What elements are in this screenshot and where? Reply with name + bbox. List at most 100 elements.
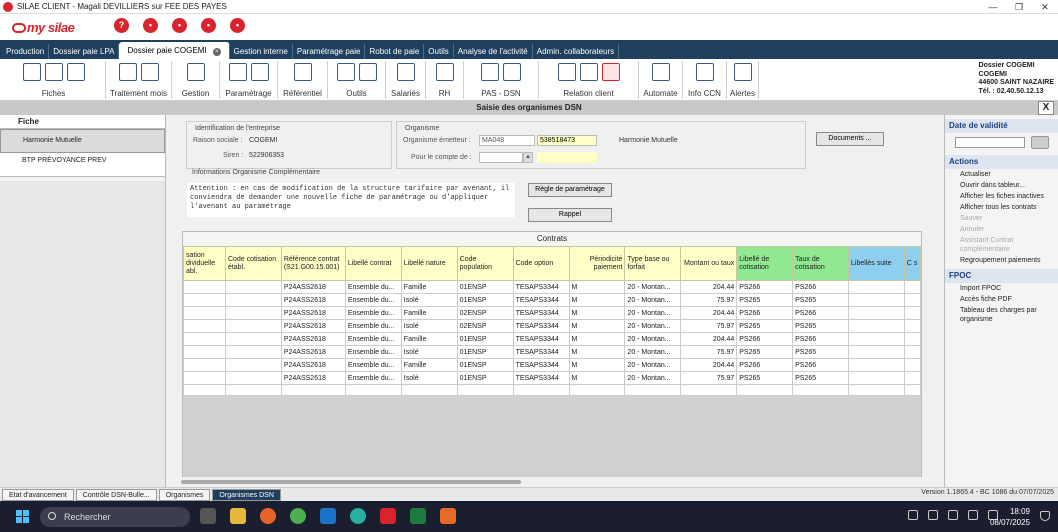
table-cell[interactable]: M — [568, 332, 626, 346]
module-tab[interactable]: Outils — [424, 44, 454, 59]
ribbon-icon[interactable] — [250, 63, 269, 81]
table-cell[interactable] — [224, 306, 282, 320]
table-row[interactable]: P24ASS2618 Ensemble du... Famille 02ENSP TES… — [183, 306, 922, 320]
ribbon-icon[interactable] — [66, 63, 85, 81]
ribbon-group[interactable]: RH — [426, 61, 464, 99]
ribbon-icon[interactable] — [186, 63, 205, 81]
table-cell[interactable]: PS266 — [736, 306, 794, 320]
table-cell[interactable]: P24ASS2618 — [280, 371, 346, 385]
column-header[interactable]: Référence contrat (S21.G00.15.001) — [280, 246, 346, 281]
table-cell[interactable] — [848, 345, 905, 359]
notification-icon[interactable] — [1040, 511, 1050, 521]
table-cell[interactable]: 204.44 — [680, 306, 738, 320]
wifi-icon[interactable] — [948, 510, 958, 520]
bottom-tab[interactable]: Organismes — [158, 488, 211, 501]
table-cell[interactable] — [848, 371, 905, 385]
table-cell[interactable]: 75.97 — [680, 345, 738, 359]
table-cell[interactable]: TESAPS3344 — [512, 306, 570, 320]
ribbon-group[interactable]: PAS - DSN — [464, 61, 539, 99]
ribbon-group[interactable]: Alertes — [727, 61, 759, 99]
ribbon-icon[interactable] — [293, 63, 312, 81]
ribbon-group[interactable]: Traitement mois — [106, 61, 172, 99]
table-cell[interactable]: M — [568, 345, 626, 359]
ribbon-group[interactable]: Salariés — [386, 61, 426, 99]
table-cell[interactable]: PS266 — [736, 358, 794, 372]
table-cell[interactable] — [903, 358, 922, 372]
fiche-item-harmonie[interactable]: Harmonie Mutuelle — [0, 129, 165, 153]
module-tab[interactable]: Production — [2, 44, 50, 59]
fpoc-item[interactable]: Import FPOC — [945, 284, 1058, 293]
table-cell[interactable] — [224, 293, 282, 307]
task-view-icon[interactable] — [200, 508, 216, 524]
table-cell[interactable]: 75.97 — [680, 371, 738, 385]
table-cell[interactable]: TESAPS3344 — [512, 332, 570, 346]
fpoc-item[interactable]: Accès fiche PDF — [945, 295, 1058, 304]
outlook-icon[interactable] — [320, 508, 336, 524]
ribbon-icon[interactable] — [601, 63, 620, 81]
table-cell[interactable]: TESAPS3344 — [512, 280, 570, 294]
table-cell[interactable] — [903, 332, 922, 346]
table-cell[interactable]: PS266 — [736, 280, 794, 294]
table-cell[interactable]: PS266 — [736, 332, 794, 346]
table-cell[interactable]: M — [568, 293, 626, 307]
column-header[interactable]: Code cotisation établ. — [224, 246, 282, 281]
app-icon[interactable] — [440, 508, 456, 524]
table-row[interactable]: P24ASS2618 Ensemble du... Famille 01ENSP TES… — [183, 332, 922, 346]
table-cell[interactable]: Ensemble du... — [344, 293, 402, 307]
table-cell[interactable]: PS265 — [792, 345, 850, 359]
table-cell[interactable]: TESAPS3344 — [512, 345, 570, 359]
ribbon-icon[interactable] — [651, 63, 670, 81]
action-item[interactable]: Afficher les fiches inactives — [945, 192, 1058, 201]
column-header[interactable]: Montant ou taux — [680, 246, 738, 281]
table-cell[interactable]: Ensemble du... — [344, 306, 402, 320]
table-row[interactable]: P24ASS2618 Ensemble du... Famille 01ENSP TES… — [183, 280, 922, 294]
organisme-number-field[interactable]: 538518473 — [537, 135, 597, 146]
table-cell[interactable] — [903, 293, 922, 307]
table-row[interactable]: P24ASS2618 Ensemble du... Isolé 01ENSP TESAP… — [183, 293, 922, 307]
table-cell[interactable]: Famille — [400, 280, 458, 294]
table-cell[interactable] — [848, 332, 905, 346]
ribbon-icon[interactable] — [118, 63, 137, 81]
table-cell[interactable]: TESAPS3344 — [512, 319, 570, 333]
table-cell[interactable]: M — [568, 319, 626, 333]
table-cell[interactable]: 02ENSP — [456, 319, 514, 333]
ribbon-icon[interactable] — [358, 63, 377, 81]
taskbar-search[interactable]: Rechercher — [40, 507, 190, 527]
taskbar-clock[interactable]: 18:09 08/07/2025 — [990, 506, 1030, 528]
chevron-up-icon[interactable] — [908, 510, 918, 520]
close-panel-button[interactable]: X — [1038, 101, 1054, 115]
column-header[interactable]: C s — [903, 246, 922, 281]
ribbon-icon[interactable] — [695, 63, 714, 81]
fpoc-item[interactable]: Tableau des charges par organisme — [945, 306, 1058, 324]
table-cell[interactable]: TESAPS3344 — [512, 358, 570, 372]
table-cell[interactable] — [183, 319, 226, 333]
module-tab[interactable]: Paramétrage paie — [293, 44, 366, 59]
column-header[interactable]: Code population — [456, 246, 514, 281]
table-cell[interactable]: Ensemble du... — [344, 358, 402, 372]
table-row[interactable]: P24ASS2618 Ensemble du... Famille 01ENSP TES… — [183, 358, 922, 372]
ribbon-icon[interactable] — [481, 63, 499, 81]
table-cell[interactable]: 204.44 — [680, 332, 738, 346]
regle-parametrage-button[interactable]: Règle de paramétrage — [528, 183, 612, 197]
module-tab[interactable]: Admin. collaborateurs — [533, 44, 620, 59]
ribbon-icon[interactable] — [396, 63, 415, 81]
edge-icon[interactable] — [350, 508, 366, 524]
table-cell[interactable] — [903, 371, 922, 385]
silae-logo[interactable]: my silae — [12, 20, 75, 35]
table-cell[interactable] — [848, 293, 905, 307]
rappel-button[interactable]: Rappel — [528, 208, 612, 222]
table-cell[interactable]: Famille — [400, 306, 458, 320]
table-cell[interactable] — [848, 358, 905, 372]
column-header[interactable]: Périodicité paiement — [568, 246, 626, 281]
ribbon-icon[interactable] — [435, 63, 454, 81]
ribbon-icon[interactable] — [579, 63, 598, 81]
ribbon-group[interactable]: Relation client — [539, 61, 639, 99]
ribbon-group[interactable]: Automate — [639, 61, 683, 99]
table-cell[interactable]: 01ENSP — [456, 293, 514, 307]
silae-taskbar-icon[interactable] — [380, 508, 396, 524]
column-header[interactable]: Code option — [512, 246, 570, 281]
documents-button[interactable]: Documents ... — [816, 132, 884, 146]
table-cell[interactable]: 01ENSP — [456, 280, 514, 294]
organisme-code-field[interactable]: MA048 — [479, 135, 535, 146]
ribbon-icon[interactable] — [140, 63, 159, 81]
